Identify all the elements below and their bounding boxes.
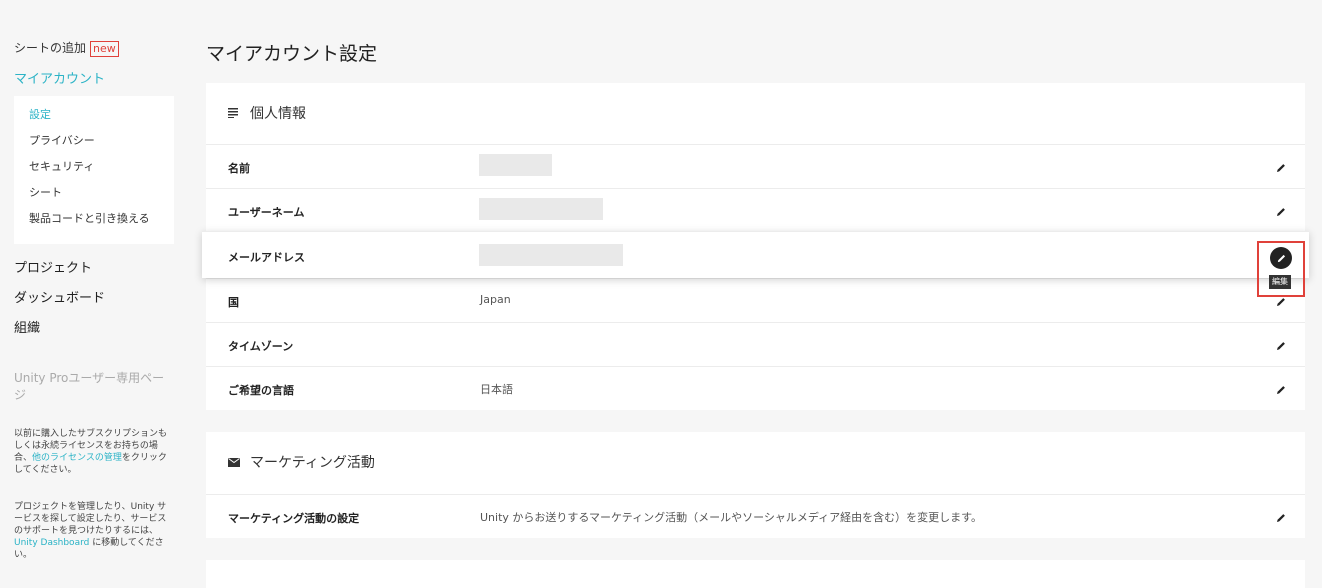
marketing-title: マーケティング活動 bbox=[250, 455, 375, 471]
row-email[interactable]: メールアドレス bbox=[202, 231, 1309, 278]
pencil-icon[interactable] bbox=[1275, 509, 1287, 522]
pro-user-page-link[interactable]: Unity Proユーザー専用ページ bbox=[14, 370, 169, 404]
dashboard-note-text: プロジェクトを管理したり、Unity サービスを探して設定したり、サービスのサポ… bbox=[14, 502, 167, 536]
row-username: ユーザーネーム bbox=[206, 188, 1305, 232]
submenu-item-seats[interactable]: シート bbox=[14, 185, 174, 211]
pencil-icon[interactable] bbox=[1275, 381, 1287, 394]
personal-info-title: 個人情報 bbox=[250, 106, 306, 122]
pencil-icon[interactable] bbox=[1275, 337, 1287, 350]
mail-icon bbox=[228, 457, 242, 467]
submenu-item-privacy[interactable]: プライバシー bbox=[14, 133, 174, 159]
email-label: メールアドレス bbox=[228, 251, 305, 264]
page-title: マイアカウント設定 bbox=[206, 43, 378, 65]
name-label: 名前 bbox=[228, 162, 250, 175]
pencil-icon[interactable] bbox=[1275, 159, 1287, 172]
edit-email-highlight: 編集 bbox=[1257, 241, 1305, 297]
sidebar-item-my-account[interactable]: マイアカウント bbox=[14, 68, 105, 87]
marketing-heading: マーケティング活動 bbox=[206, 432, 1305, 492]
account-submenu: 設定 プライバシー セキュリティ シート 製品コードと引き換える bbox=[14, 96, 174, 244]
new-badge: new bbox=[90, 41, 119, 57]
country-label: 国 bbox=[228, 296, 239, 309]
edit-email-button[interactable] bbox=[1270, 247, 1292, 269]
username-value-redacted bbox=[479, 198, 603, 220]
marketing-settings-value: Unity からお送りするマーケティング活動（メールやソーシャルメディア経由を含… bbox=[480, 511, 982, 524]
marketing-settings-label: マーケティング活動の設定 bbox=[228, 512, 360, 525]
personal-info-heading: 個人情報 bbox=[206, 83, 1305, 143]
add-seat-label: シートの追加 bbox=[14, 41, 87, 55]
sidebar-item-projects[interactable]: プロジェクト bbox=[14, 257, 92, 276]
email-value-redacted bbox=[479, 244, 623, 266]
unity-dashboard-link[interactable]: Unity Dashboard bbox=[14, 538, 89, 548]
license-note: 以前に購入したサブスクリプションもしくは永続ライセンスをお持ちの場合、他のライセ… bbox=[14, 428, 169, 476]
row-timezone: タイムゾーン bbox=[206, 322, 1305, 366]
submenu-item-settings[interactable]: 設定 bbox=[14, 107, 174, 133]
sidebar-item-dashboard[interactable]: ダッシュボード bbox=[14, 287, 105, 306]
manage-licenses-link[interactable]: 他のライセンスの管理 bbox=[32, 453, 122, 463]
dashboard-note: プロジェクトを管理したり、Unity サービスを探して設定したり、サービスのサポ… bbox=[14, 501, 169, 561]
language-value: 日本語 bbox=[480, 383, 513, 396]
next-card-partial bbox=[206, 560, 1305, 588]
submenu-item-redeem-code[interactable]: 製品コードと引き換える bbox=[14, 211, 174, 237]
row-marketing-settings: マーケティング活動の設定 Unity からお送りするマーケティング活動（メールや… bbox=[206, 494, 1305, 538]
add-seat-link[interactable]: シートの追加 new bbox=[14, 39, 119, 57]
language-label: ご希望の言語 bbox=[228, 384, 294, 397]
list-icon bbox=[228, 108, 242, 118]
pencil-icon[interactable] bbox=[1275, 203, 1287, 216]
name-value-redacted bbox=[479, 154, 552, 176]
row-name: 名前 bbox=[206, 144, 1305, 188]
country-value: Japan bbox=[480, 293, 511, 306]
username-label: ユーザーネーム bbox=[228, 206, 305, 219]
row-country: 国 Japan bbox=[206, 278, 1305, 322]
sidebar-item-organizations[interactable]: 組織 bbox=[14, 317, 40, 336]
personal-info-card: 個人情報 名前 ユーザーネーム メールアドレス 国 Japan タイムゾーン ご… bbox=[202, 83, 1309, 410]
marketing-card: マーケティング活動 マーケティング活動の設定 Unity からお送りするマーケテ… bbox=[206, 432, 1305, 538]
pencil-icon bbox=[1276, 249, 1287, 268]
edit-tooltip: 編集 bbox=[1269, 275, 1291, 289]
timezone-label: タイムゾーン bbox=[228, 340, 294, 353]
submenu-item-security[interactable]: セキュリティ bbox=[14, 159, 174, 185]
row-language: ご希望の言語 日本語 bbox=[206, 366, 1305, 410]
